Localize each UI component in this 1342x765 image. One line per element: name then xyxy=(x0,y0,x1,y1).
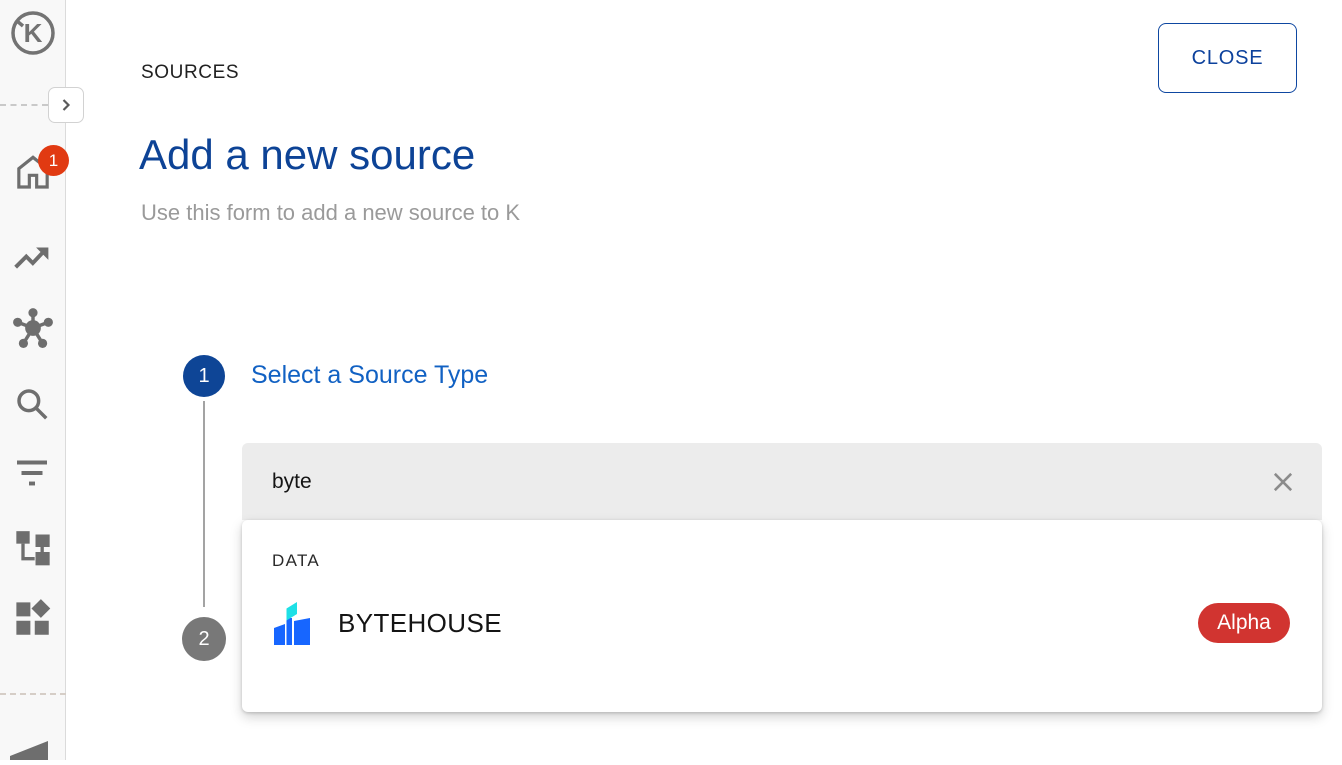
sidebar: K 1 xyxy=(0,0,66,760)
sidebar-item-play[interactable] xyxy=(10,738,50,765)
page-subtitle: Use this form to add a new source to K xyxy=(141,200,520,226)
schema-icon xyxy=(12,527,54,567)
hub-icon xyxy=(10,306,56,352)
app-logo[interactable]: K xyxy=(8,8,58,58)
search-results-dropdown: DATA BYTEHOUSE Alpha xyxy=(242,520,1322,712)
step-1-indicator: 1 xyxy=(183,355,225,397)
bytehouse-logo-icon xyxy=(273,601,311,650)
chevron-right-icon xyxy=(56,95,76,115)
result-item-name: BYTEHOUSE xyxy=(338,608,502,639)
sidebar-bottom-divider xyxy=(0,693,66,695)
sidebar-top-divider xyxy=(0,104,48,106)
sidebar-item-widgets[interactable] xyxy=(12,598,54,645)
alpha-status-badge: Alpha xyxy=(1198,603,1290,643)
sidebar-expand-button[interactable] xyxy=(48,87,84,123)
result-group-label: DATA xyxy=(272,551,320,571)
sidebar-item-filter[interactable] xyxy=(14,458,50,493)
close-x-icon xyxy=(1269,468,1297,496)
clear-search-button[interactable] xyxy=(1268,467,1298,497)
step-connector-line xyxy=(203,401,205,607)
svg-text:K: K xyxy=(24,18,43,48)
filter-icon xyxy=(14,458,50,488)
step-1-label: Select a Source Type xyxy=(251,361,488,390)
sidebar-item-trends[interactable] xyxy=(12,241,52,282)
breadcrumb: SOURCES xyxy=(141,62,239,84)
sidebar-item-search[interactable] xyxy=(13,385,51,428)
widgets-icon xyxy=(12,598,54,640)
home-notification-badge: 1 xyxy=(38,145,69,176)
play-icon xyxy=(10,738,50,760)
close-button[interactable]: CLOSE xyxy=(1158,23,1297,93)
sidebar-item-lineage[interactable] xyxy=(10,306,56,357)
search-icon xyxy=(13,385,51,423)
page-title: Add a new source xyxy=(139,132,475,178)
result-item-bytehouse[interactable]: BYTEHOUSE Alpha xyxy=(242,594,1322,652)
trending-up-icon xyxy=(12,241,52,277)
k-logo-icon: K xyxy=(8,8,58,58)
source-type-search-field xyxy=(242,443,1322,520)
step-2-indicator: 2 xyxy=(182,617,226,661)
source-type-search-input[interactable] xyxy=(272,443,1232,520)
sidebar-item-schema[interactable] xyxy=(12,527,54,572)
